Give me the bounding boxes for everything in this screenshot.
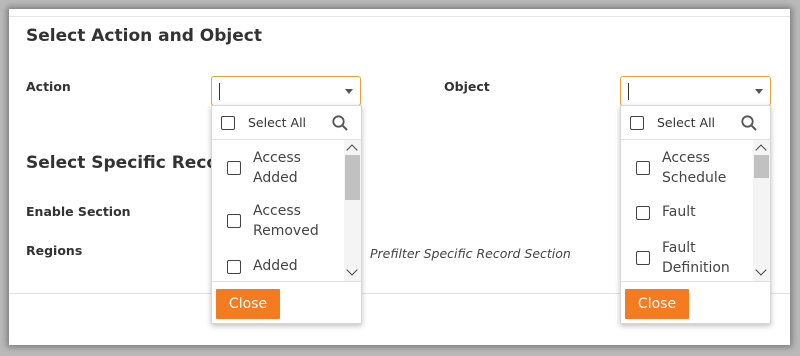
list-item[interactable]: Access Added (212, 146, 345, 190)
option-label: Fault (662, 204, 696, 220)
option-label: Access (662, 150, 710, 166)
chevron-down-icon[interactable] (345, 89, 353, 94)
options-list: Access Added Access Removed Added (212, 140, 345, 281)
chevron-down-icon[interactable] (755, 264, 767, 276)
section-heading-specific-record: Select Specific Record (26, 153, 239, 173)
option-checkbox[interactable] (227, 214, 241, 228)
section-heading-action-object: Select Action and Object (26, 26, 262, 46)
dropdown-header: Select All (621, 106, 770, 140)
scrollbar[interactable] (344, 140, 361, 281)
prefilter-text: Prefilter Specific Record Section (370, 246, 571, 261)
scrollbar-thumb[interactable] (754, 155, 769, 178)
top-border (9, 16, 790, 17)
dropdown-header: Select All (212, 106, 361, 140)
option-checkbox[interactable] (636, 206, 650, 220)
chevron-down-icon[interactable] (755, 89, 763, 94)
object-dropdown: Select All Access Schedule Fault Fault D… (620, 105, 771, 324)
close-button[interactable]: Close (625, 289, 689, 319)
list-item[interactable]: Fault Definition (621, 236, 754, 280)
action-dropdown: Select All Access Added Access Removed A… (211, 105, 362, 324)
chevron-up-icon[interactable] (755, 144, 767, 156)
option-label: Removed (253, 223, 319, 239)
option-label: Fault (662, 240, 696, 256)
option-checkbox[interactable] (636, 251, 650, 265)
select-all-label[interactable]: Select All (657, 115, 715, 130)
regions-label: Regions (26, 243, 83, 258)
option-checkbox[interactable] (227, 161, 241, 175)
object-select[interactable] (620, 76, 771, 106)
text-cursor (219, 83, 220, 100)
chevron-up-icon[interactable] (346, 144, 358, 156)
list-item[interactable]: Fault (621, 202, 754, 226)
list-item[interactable]: Access Removed (212, 200, 345, 244)
dropdown-footer: Close (212, 281, 361, 325)
options-list: Access Schedule Fault Fault Definition (621, 140, 754, 281)
select-all-checkbox[interactable] (221, 116, 235, 130)
action-label: Action (26, 79, 71, 94)
scrollbar[interactable] (753, 140, 770, 281)
list-item[interactable]: Added (212, 256, 345, 280)
chevron-down-icon[interactable] (346, 264, 358, 276)
option-label: Definition (662, 260, 730, 276)
option-label: Added (253, 170, 298, 186)
select-all-checkbox[interactable] (630, 116, 644, 130)
select-all-label[interactable]: Select All (248, 115, 306, 130)
action-select[interactable] (211, 76, 361, 106)
option-label: Access (253, 150, 301, 166)
search-icon[interactable] (740, 114, 758, 132)
option-label: Schedule (662, 170, 727, 186)
search-icon[interactable] (331, 114, 349, 132)
main-panel: Select Action and Object Action Object S… (9, 9, 790, 345)
close-button[interactable]: Close (216, 289, 280, 319)
option-checkbox[interactable] (636, 161, 650, 175)
option-checkbox[interactable] (227, 260, 241, 274)
dropdown-footer: Close (621, 281, 770, 325)
list-item[interactable]: Access Schedule (621, 146, 754, 190)
text-cursor (628, 83, 629, 100)
object-label: Object (444, 79, 490, 94)
option-label: Access (253, 203, 301, 219)
enable-section-label: Enable Section (26, 204, 131, 219)
option-label: Added (253, 258, 298, 274)
scrollbar-thumb[interactable] (345, 155, 360, 200)
